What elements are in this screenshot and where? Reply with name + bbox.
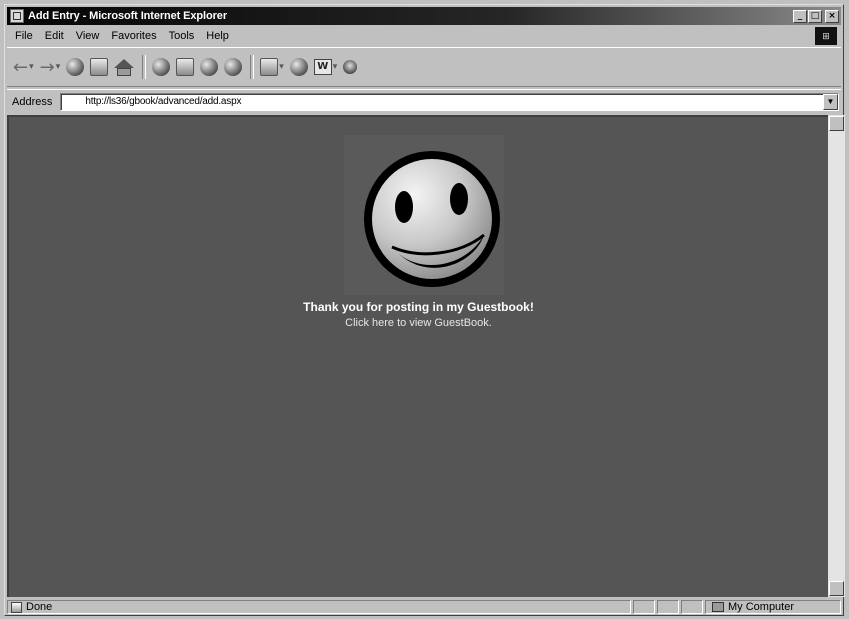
menu-edit[interactable]: Edit <box>39 30 70 42</box>
forward-icon[interactable]: → <box>40 56 61 78</box>
address-input[interactable]: http://ls36/gbook/advanced/add.aspx ▼ <box>60 92 839 111</box>
status-cell <box>657 600 679 614</box>
status-text: Done <box>26 601 53 613</box>
window-title: Add Entry - Microsoft Internet Explorer <box>28 10 228 22</box>
home-icon[interactable] <box>114 56 135 78</box>
menu-favorites[interactable]: Favorites <box>105 30 162 42</box>
toolbar-separator <box>142 55 147 79</box>
menu-bar: File Edit View Favorites Tools Help ⊞ <box>7 27 841 45</box>
address-bar: Address http://ls36/gbook/advanced/add.a… <box>7 89 841 113</box>
status-cell <box>681 600 703 614</box>
windows-logo-icon: ⊞ <box>815 27 837 45</box>
title-bar[interactable]: Add Entry - Microsoft Internet Explorer … <box>7 7 841 25</box>
scroll-up-button[interactable] <box>829 116 844 131</box>
browser-window: Add Entry - Microsoft Internet Explorer … <box>4 4 845 616</box>
edit-icon[interactable]: W <box>313 56 338 78</box>
toolbar-separator <box>250 55 255 79</box>
favorites-icon[interactable] <box>176 56 195 78</box>
scroll-down-button[interactable] <box>829 581 844 596</box>
address-url[interactable]: http://ls36/gbook/advanced/add.aspx <box>61 96 241 107</box>
security-zone: My Computer <box>705 600 841 614</box>
page-content: Thank you for posting in my Guestbook! C… <box>7 115 828 597</box>
ie-page-icon <box>10 9 24 23</box>
close-button[interactable]: × <box>825 9 839 23</box>
refresh-icon[interactable] <box>90 56 109 78</box>
status-text-panel: Done <box>7 600 631 614</box>
channels-icon[interactable] <box>224 56 243 78</box>
status-cell <box>633 600 655 614</box>
search-icon[interactable] <box>152 56 171 78</box>
back-icon[interactable]: ← <box>13 56 34 78</box>
view-guestbook-link[interactable]: Click here to view GuestBook. <box>9 317 828 329</box>
address-label: Address <box>12 95 53 108</box>
minimize-button[interactable]: _ <box>793 9 807 23</box>
smiley-image <box>344 135 504 295</box>
history-icon[interactable] <box>200 56 219 78</box>
standard-toolbar: ← → W <box>7 47 841 87</box>
zone-label: My Computer <box>728 601 795 613</box>
messenger-icon[interactable] <box>343 56 358 78</box>
stop-icon[interactable] <box>66 56 85 78</box>
menu-view[interactable]: View <box>70 30 106 42</box>
smiley-face-icon <box>364 151 500 287</box>
address-dropdown-button[interactable]: ▼ <box>823 93 838 110</box>
status-bar: Done My Computer <box>7 599 841 615</box>
maximize-button[interactable]: □ <box>808 9 822 23</box>
my-computer-icon <box>712 602 724 612</box>
window-controls: _ □ × <box>793 9 839 23</box>
vertical-scrollbar[interactable] <box>828 115 845 597</box>
menu-tools[interactable]: Tools <box>163 30 201 42</box>
menu-file[interactable]: File <box>7 30 39 42</box>
print-icon[interactable] <box>289 56 308 78</box>
menu-help[interactable]: Help <box>200 30 235 42</box>
page-done-icon <box>11 601 22 613</box>
thank-you-message: Thank you for posting in my Guestbook! <box>303 300 534 314</box>
mail-icon[interactable] <box>260 56 284 78</box>
